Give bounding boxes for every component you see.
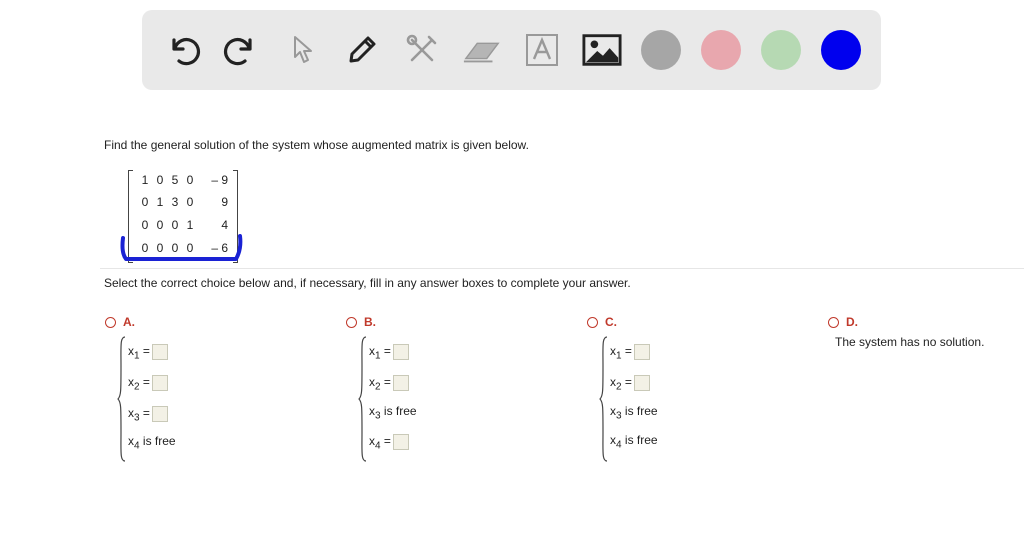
equation-x1: x1 =: [369, 341, 409, 361]
answer-box-x3[interactable]: [151, 405, 168, 422]
radio-b[interactable]: [346, 317, 357, 328]
equation-x4: x4 is free: [610, 433, 658, 451]
matrix-cell: – 9: [211, 173, 228, 187]
matrix-cell: 3: [171, 195, 179, 209]
radio-a[interactable]: [105, 317, 116, 328]
equation-x2: x2 =: [369, 372, 409, 392]
matrix-cell: 0: [141, 195, 149, 209]
tools-icon[interactable]: [402, 30, 442, 70]
undo-icon[interactable]: [162, 30, 202, 70]
answer-box-x1[interactable]: [633, 343, 650, 360]
equation-x1: x1 =: [128, 341, 168, 361]
matrix-cell: 1: [156, 195, 164, 209]
left-brace-icon: [117, 336, 126, 462]
choice-a-label: A.: [123, 315, 135, 329]
matrix-cell: 1: [141, 173, 149, 187]
choice-c-label: C.: [605, 315, 617, 329]
left-brace-icon: [599, 336, 608, 462]
radio-c[interactable]: [587, 317, 598, 328]
matrix-cell: 0: [186, 195, 194, 209]
equation-x4: x4 =: [369, 431, 409, 451]
answer-box-x1[interactable]: [151, 343, 168, 360]
answer-box-x2[interactable]: [633, 374, 650, 391]
no-solution-text: The system has no solution.: [835, 335, 985, 349]
matrix-cell: 0: [156, 173, 164, 187]
color-swatch-blue[interactable]: [821, 30, 861, 70]
instruction-text: Select the correct choice below and, if …: [104, 276, 631, 290]
answer-box-x4[interactable]: [392, 433, 409, 450]
equation-x3: x3 is free: [610, 404, 658, 422]
equation-x1: x1 =: [610, 341, 650, 361]
equation-x3: x3 is free: [369, 404, 417, 422]
choice-d-label: D.: [846, 315, 858, 329]
color-swatch-green[interactable]: [761, 30, 801, 70]
handwritten-underline-annotation: [120, 234, 243, 261]
equation-x4: x4 is free: [128, 434, 176, 452]
image-icon[interactable]: [582, 30, 622, 70]
redo-icon[interactable]: [222, 30, 262, 70]
section-divider: [100, 268, 1024, 269]
equation-x3: x3 =: [128, 403, 168, 423]
pen-icon[interactable]: [342, 30, 382, 70]
equation-x2: x2 =: [128, 372, 168, 392]
matrix-cell: 5: [171, 173, 179, 187]
radio-d[interactable]: [828, 317, 839, 328]
choice-b-label: B.: [364, 315, 376, 329]
drawing-toolbar: [142, 10, 881, 90]
equation-x2: x2 =: [610, 372, 650, 392]
answer-box-x2[interactable]: [392, 374, 409, 391]
eraser-icon[interactable]: [462, 30, 502, 70]
matrix-cell: 9: [221, 195, 228, 209]
answer-box-x1[interactable]: [392, 343, 409, 360]
answer-box-x2[interactable]: [151, 374, 168, 391]
text-icon[interactable]: [522, 30, 562, 70]
left-brace-icon: [358, 336, 367, 462]
color-swatch-gray[interactable]: [641, 30, 681, 70]
pointer-icon[interactable]: [282, 30, 322, 70]
matrix-cell: 0: [186, 173, 194, 187]
question-text: Find the general solution of the system …: [104, 138, 529, 152]
color-swatch-pink[interactable]: [701, 30, 741, 70]
